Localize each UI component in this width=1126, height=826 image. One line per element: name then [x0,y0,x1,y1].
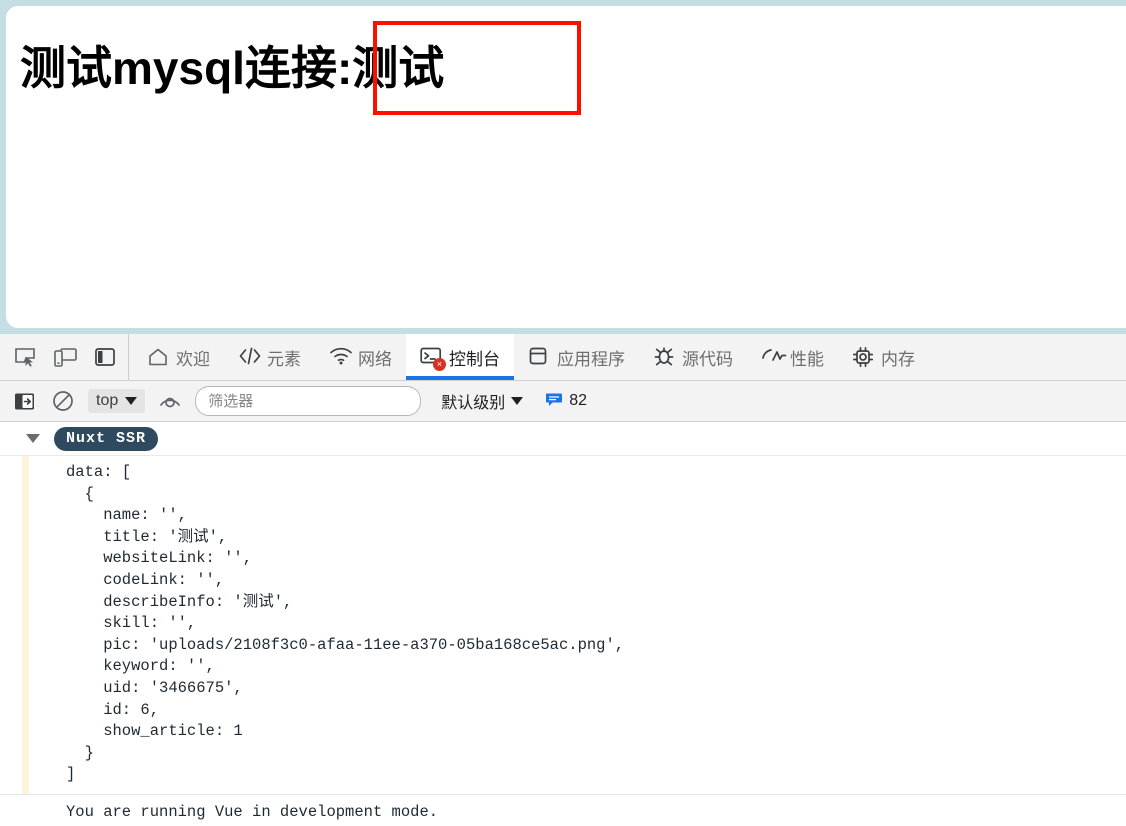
chevron-down-icon [125,397,138,405]
console-toolbar: top 默认级别 [0,381,1126,422]
database-icon [528,346,550,368]
tab-label: 内存 [881,349,915,369]
log-level-label: 默认级别 [441,395,506,412]
message-count[interactable]: 82 [545,390,587,413]
console-log-entry[interactable]: data: [ { name: '', title: '测试', website… [0,456,1126,795]
nuxt-ssr-badge: Nuxt SSR [54,426,159,451]
tab-label: 元素 [267,349,301,369]
console-warning-text: You are running Vue in development mode. [66,802,439,821]
tab-application[interactable]: 应用程序 [514,334,639,380]
devtools-panel: 欢迎 元素 网络 × 控制台 应用程序 源代码 性能 内存 top 筛选器 默认… [0,334,1126,826]
dock-side-icon[interactable] [92,344,118,370]
console-output: Nuxt SSR data: [ { name: '', title: '测试'… [0,422,1126,826]
page-viewport: 测试mysql连接:测试 [6,6,1126,328]
tab-memory[interactable]: 内存 [838,334,929,380]
tab-console[interactable]: × 控制台 [406,334,514,380]
tab-label: 网络 [358,349,392,369]
tab-network[interactable]: 网络 [315,334,406,380]
search-input[interactable] [195,386,422,416]
message-bubble-icon [545,390,563,413]
devtools-tool-buttons [0,334,129,380]
tab-label: 源代码 [682,349,733,369]
inspect-element-icon[interactable] [12,344,38,370]
execution-context-value: top [96,392,119,409]
bug-icon [653,346,675,368]
clear-console-icon[interactable] [50,388,76,414]
tab-label: 性能 [790,349,824,369]
home-icon [147,346,169,368]
console-terminal-icon: × [420,346,446,371]
tab-sources[interactable]: 源代码 [639,334,747,380]
console-log-text: data: [ { name: '', title: '测试', website… [66,463,625,784]
message-count-value: 82 [569,392,588,409]
performance-pulse-icon [761,346,787,368]
memory-chip-icon [852,346,874,368]
wifi-icon [329,346,352,368]
tab-elements[interactable]: 元素 [224,334,315,380]
devtools-tabstrip: 欢迎 元素 网络 × 控制台 应用程序 源代码 性能 内存 [0,334,1126,381]
execution-context-select[interactable]: top [88,389,146,413]
log-level-select[interactable]: 默认级别 [441,389,524,413]
screenshot-root: 测试mysql连接:测试 欢迎 元素 网络 × 控制台 应用程序 源代码 性能 … [0,0,1126,826]
code-brackets-icon [238,346,261,368]
console-error-badge: × [433,358,446,371]
tab-performance[interactable]: 性能 [747,334,838,380]
console-sidebar-icon[interactable] [12,388,38,414]
devtools-tabs: 欢迎 元素 网络 × 控制台 应用程序 源代码 性能 内存 [129,334,929,380]
tab-label: 欢迎 [176,349,210,369]
eye-icon[interactable] [157,388,183,414]
tab-label: 应用程序 [557,349,625,369]
page-title: 测试mysql连接:测试 [20,42,445,94]
device-toolbar-icon[interactable] [52,344,78,370]
console-group-header[interactable]: Nuxt SSR [0,422,1126,456]
chevron-down-icon[interactable] [26,434,40,443]
chevron-down-icon [511,397,524,405]
tab-welcome[interactable]: 欢迎 [133,334,224,380]
tab-label: 控制台 [449,349,500,369]
